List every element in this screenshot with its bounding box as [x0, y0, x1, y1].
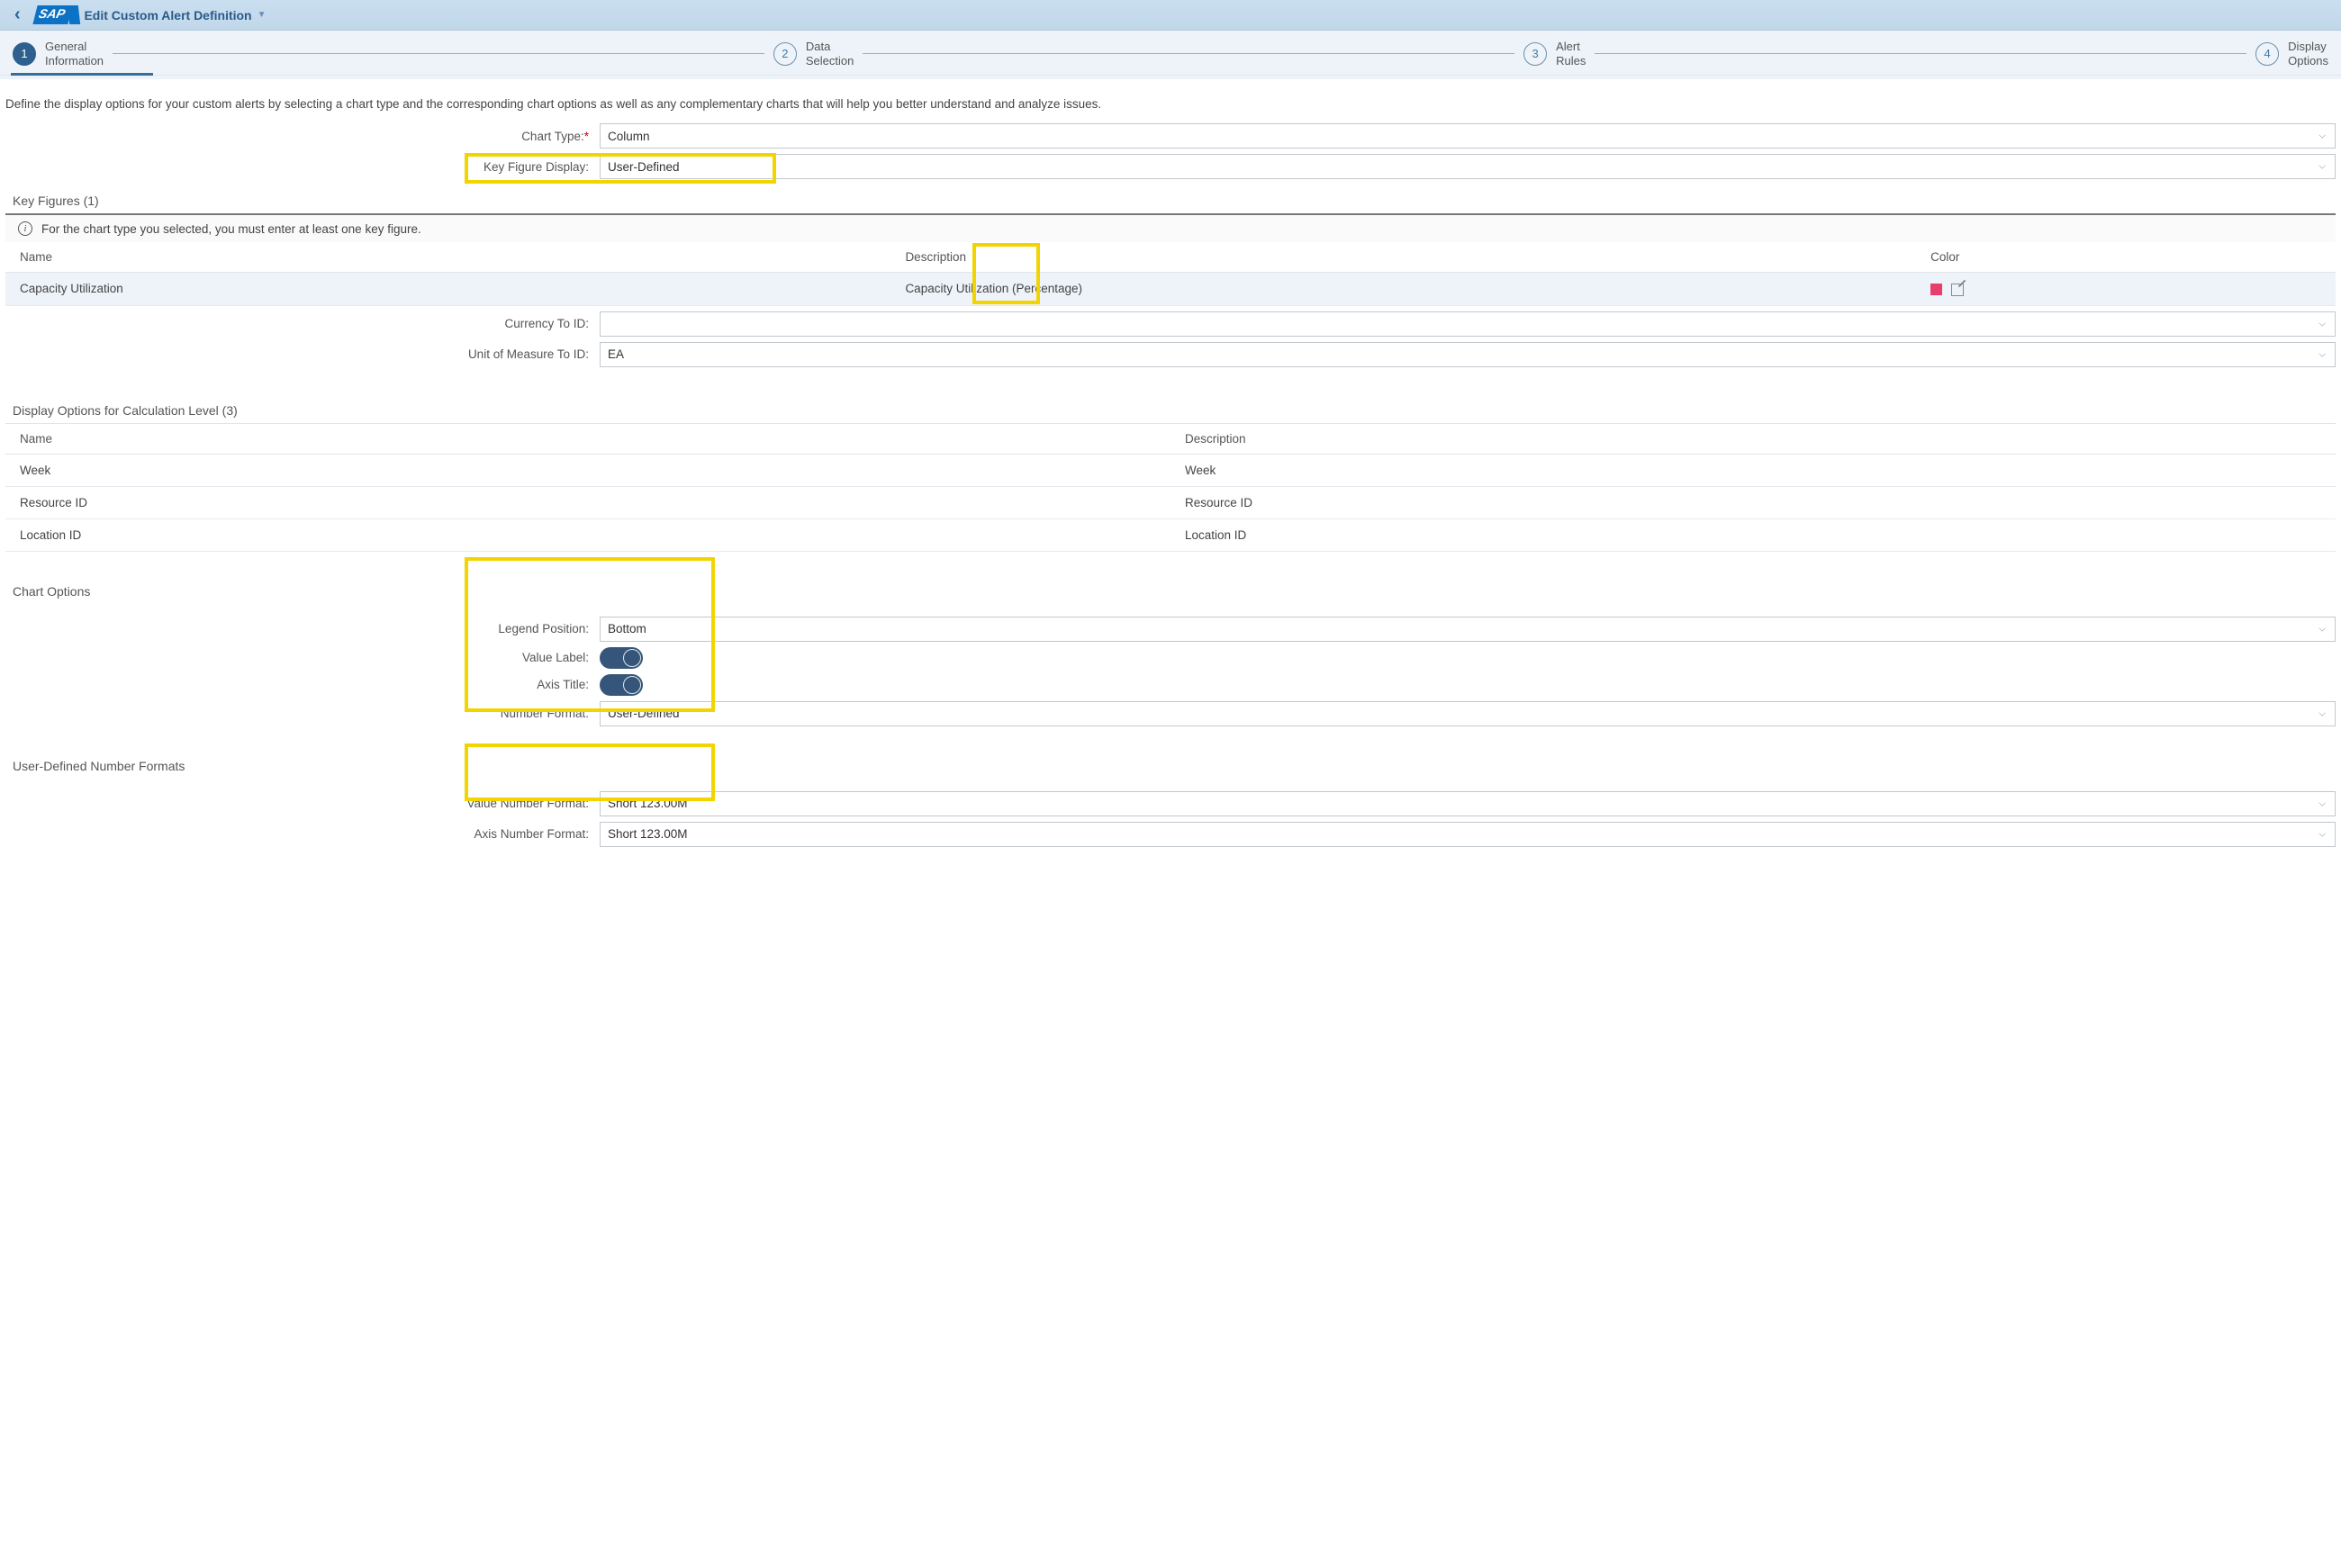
user-number-formats-title: User-Defined Number Formats [13, 759, 2336, 773]
axis-number-format-label: Axis Number Format: [5, 827, 600, 841]
value-number-format-label: Value Number Format: [5, 797, 600, 810]
key-figure-display-label: Key Figure Display: [5, 160, 600, 174]
step-separator [113, 53, 764, 55]
wizard-step-general-information[interactable]: 1 GeneralInformation [13, 40, 104, 68]
wizard-step-data-selection[interactable]: 2 DataSelection [773, 40, 854, 68]
chevron-down-icon: ⌵ [2318, 624, 2326, 634]
cell-desc: Resource ID [1170, 486, 2336, 518]
calc-level-title: Display Options for Calculation Level (3… [13, 403, 2336, 418]
table-row[interactable]: Capacity Utilization Capacity Utilizatio… [5, 273, 2336, 305]
legend-position-select[interactable]: Bottom ⌵ [600, 617, 2336, 642]
chevron-down-icon: ⌵ [2318, 162, 2326, 172]
value-label-toggle[interactable] [600, 647, 643, 669]
cell-color [1916, 273, 2336, 305]
key-figures-info-text: For the chart type you selected, you mus… [41, 222, 421, 236]
chart-type-value: Column [608, 130, 650, 143]
col-name: Name [5, 423, 1170, 454]
cell-name: Week [5, 454, 1170, 486]
cell-name: Location ID [5, 518, 1170, 551]
calc-level-table: Name Description Week Week Resource ID R… [5, 423, 2336, 552]
page-title-dropdown[interactable]: Edit Custom Alert Definition ▼ [84, 8, 266, 23]
key-figures-table: Name Description Color Capacity Utilizat… [5, 242, 2336, 305]
chevron-down-icon: ⌵ [2318, 131, 2326, 141]
chart-type-label: Chart Type:* [5, 130, 600, 143]
chart-options-title: Chart Options [13, 584, 2336, 599]
step-number: 2 [773, 42, 797, 66]
uom-to-id-label: Unit of Measure To ID: [5, 347, 600, 361]
value-number-format-select[interactable]: Short 123.00M ⌵ [600, 791, 2336, 816]
table-row[interactable]: Resource ID Resource ID [5, 486, 2336, 518]
app-header: ‹ SAP Edit Custom Alert Definition ▼ [0, 0, 2341, 31]
table-row[interactable]: Location ID Location ID [5, 518, 2336, 551]
value-number-format-value: Short 123.00M [608, 797, 688, 810]
axis-number-format-value: Short 123.00M [608, 827, 688, 841]
currency-to-id-select[interactable]: ⌵ [600, 311, 2336, 337]
step-label: DataSelection [806, 40, 854, 68]
legend-position-value: Bottom [608, 622, 646, 635]
color-swatch-icon [1930, 284, 1942, 295]
step-number: 1 [13, 42, 36, 66]
axis-number-format-select[interactable]: Short 123.00M ⌵ [600, 822, 2336, 847]
cell-desc: Location ID [1170, 518, 2336, 551]
step-number: 3 [1523, 42, 1547, 66]
sap-logo: SAP [32, 5, 72, 24]
step-number: 4 [2255, 42, 2279, 66]
col-name: Name [5, 242, 890, 273]
key-figure-display-value: User-Defined [608, 160, 680, 174]
number-format-label: Number Format: [5, 707, 600, 720]
cell-name: Capacity Utilization [5, 273, 890, 305]
axis-title-label: Axis Title: [5, 678, 600, 691]
step-label: GeneralInformation [45, 40, 104, 68]
currency-to-id-label: Currency To ID: [5, 317, 600, 330]
uom-to-id-value: EA [608, 347, 624, 361]
chevron-down-icon: ⌵ [2318, 829, 2326, 839]
col-desc: Description [1170, 423, 2336, 454]
uom-to-id-select[interactable]: EA ⌵ [600, 342, 2336, 367]
chevron-down-icon: ▼ [258, 10, 267, 20]
edit-icon[interactable] [1951, 284, 1964, 296]
intro-text: Define the display options for your cust… [5, 97, 2336, 111]
info-icon: i [18, 221, 32, 236]
cell-desc: Capacity Utilization (Percentage) [890, 273, 1916, 305]
step-label: DisplayOptions [2288, 40, 2328, 68]
page-title-text: Edit Custom Alert Definition [84, 8, 251, 23]
wizard-step-display-options[interactable]: 4 DisplayOptions [2255, 40, 2328, 68]
chevron-down-icon: ⌵ [2318, 798, 2326, 808]
value-label-label: Value Label: [5, 651, 600, 664]
key-figures-title: Key Figures (1) [13, 194, 2336, 208]
chevron-down-icon: ⌵ [2318, 349, 2326, 359]
number-format-select[interactable]: User-Defined ⌵ [600, 701, 2336, 726]
table-row[interactable]: Week Week [5, 454, 2336, 486]
col-desc: Description [890, 242, 1916, 273]
back-button[interactable]: ‹ [14, 5, 21, 25]
key-figures-info: i For the chart type you selected, you m… [5, 213, 2336, 242]
wizard-steps: 1 GeneralInformation 2 DataSelection 3 A… [0, 31, 2341, 76]
key-figure-display-select[interactable]: User-Defined ⌵ [600, 154, 2336, 179]
chevron-down-icon: ⌵ [2318, 319, 2326, 329]
step-separator [863, 53, 1514, 55]
step-label: AlertRules [1556, 40, 1586, 68]
col-color: Color [1916, 242, 2336, 273]
wizard-step-alert-rules[interactable]: 3 AlertRules [1523, 40, 1586, 68]
cell-desc: Week [1170, 454, 2336, 486]
chart-type-select[interactable]: Column ⌵ [600, 123, 2336, 149]
axis-title-toggle[interactable] [600, 674, 643, 696]
number-format-value: User-Defined [608, 707, 680, 720]
chevron-down-icon: ⌵ [2318, 708, 2326, 718]
step-separator [1595, 53, 2246, 55]
legend-position-label: Legend Position: [5, 622, 600, 635]
cell-name: Resource ID [5, 486, 1170, 518]
